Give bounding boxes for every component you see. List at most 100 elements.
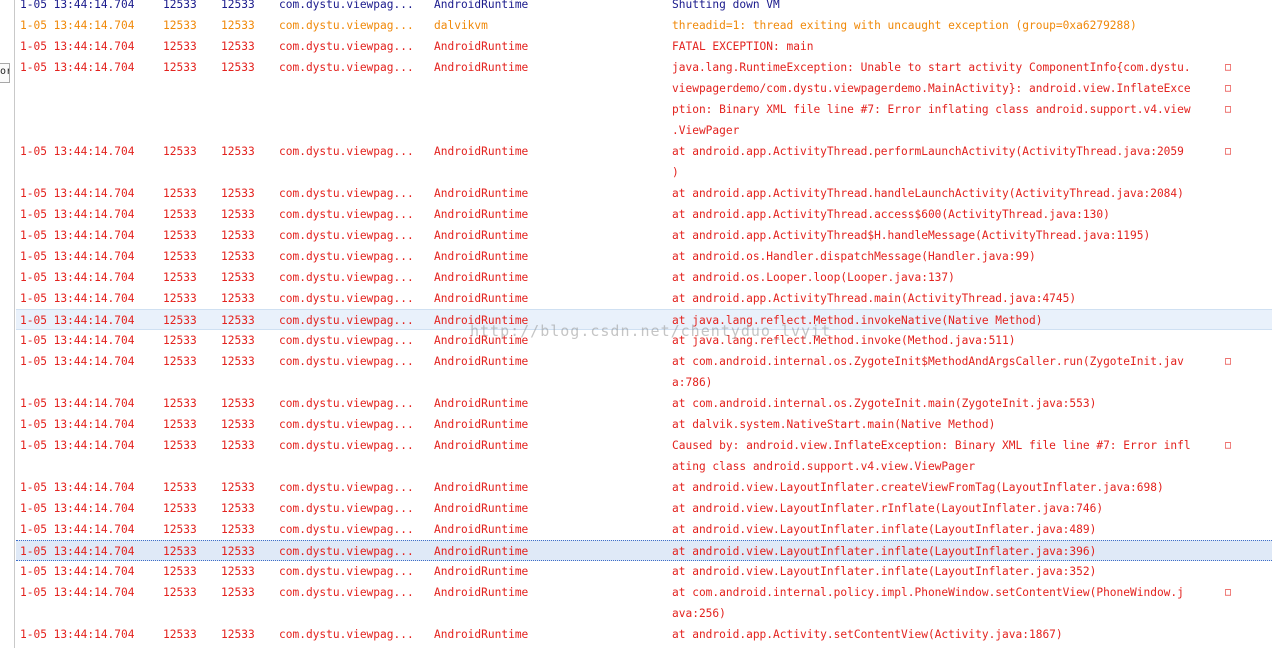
log-application: com.dystu.viewpag... (279, 208, 414, 221)
line-wrap-icon: □ (1225, 104, 1232, 115)
log-message-line: Shutting down VM (672, 0, 780, 11)
log-time: 1-05 13:44:14.704 (20, 61, 135, 74)
log-time: 1-05 13:44:14.704 (20, 523, 135, 536)
log-time: 1-05 13:44:14.704 (20, 145, 135, 158)
log-time: 1-05 13:44:14.704 (20, 40, 135, 53)
log-row[interactable]: 1-05 13:44:14.704 12533 12533 com.dystu.vie… (16, 246, 1272, 267)
log-pid: 12533 (163, 61, 197, 74)
log-application: com.dystu.viewpag... (279, 292, 414, 305)
log-row[interactable]: 1-05 13:44:14.704 12533 12533 com.dystu.vie… (16, 582, 1272, 624)
log-application: com.dystu.viewpag... (279, 397, 414, 410)
log-row[interactable]: 1-05 13:44:14.704 12533 12533 com.dystu.vie… (16, 141, 1272, 183)
log-row[interactable]: 1-05 13:44:14.704 12533 12533 com.dystu.vie… (16, 288, 1272, 309)
left-panel-strip[interactable]: or (0, 0, 15, 648)
log-tid: 12533 (221, 565, 255, 578)
log-time: 1-05 13:44:14.704 (20, 439, 135, 452)
log-tag: AndroidRuntime (434, 61, 529, 74)
log-message-line: at android.view.LayoutInflater.inflate(L… (672, 523, 1097, 536)
log-tid: 12533 (221, 334, 255, 347)
log-pid: 12533 (163, 418, 197, 431)
log-time: 1-05 13:44:14.704 (20, 545, 135, 558)
log-message: at android.view.LayoutInflater.rInflate(… (672, 498, 1224, 519)
log-time: 1-05 13:44:14.704 (20, 481, 135, 494)
log-message: at android.view.LayoutInflater.inflate(L… (672, 541, 1224, 562)
log-application: com.dystu.viewpag... (279, 61, 414, 74)
log-row[interactable]: 1-05 13:44:14.704 12533 12533 com.dystu.vie… (16, 309, 1272, 330)
log-tid: 12533 (221, 19, 255, 32)
log-message-line: at android.view.LayoutInflater.createVie… (672, 481, 1164, 494)
log-row[interactable]: 1-05 13:44:14.704 12533 12533 com.dystu.vie… (16, 435, 1272, 477)
log-row[interactable]: 1-05 13:44:14.704 12533 12533 com.dystu.vie… (16, 204, 1272, 225)
log-message-line: at java.lang.reflect.Method.invokeNative… (672, 314, 1043, 327)
log-pid: 12533 (163, 628, 197, 641)
log-tag: AndroidRuntime (434, 314, 529, 327)
log-application: com.dystu.viewpag... (279, 628, 414, 641)
log-row[interactable]: 1-05 13:44:14.704 12533 12533 com.dystu.vie… (16, 351, 1272, 393)
log-message: at android.app.Activity.setContentView(A… (672, 624, 1224, 645)
log-time: 1-05 13:44:14.704 (20, 355, 135, 368)
log-pid: 12533 (163, 187, 197, 200)
log-message-line: java.lang.RuntimeException: Unable to st… (672, 61, 1191, 74)
log-row[interactable]: 1-05 13:44:14.704 12533 12533 com.dystu.vie… (16, 267, 1272, 288)
log-time: 1-05 13:44:14.704 (20, 418, 135, 431)
log-row[interactable]: 1-05 13:44:14.704 12533 12533 com.dystu.vie… (16, 183, 1272, 204)
log-message: at android.view.LayoutInflater.inflate(L… (672, 519, 1224, 540)
log-tid: 12533 (221, 250, 255, 263)
log-time: 1-05 13:44:14.704 (20, 292, 135, 305)
log-message-line: at android.os.Looper.loop(Looper.java:13… (672, 271, 955, 284)
log-tag: AndroidRuntime (434, 355, 529, 368)
log-tag: AndroidRuntime (434, 250, 529, 263)
log-application: com.dystu.viewpag... (279, 334, 414, 347)
log-time: 1-05 13:44:14.704 (20, 334, 135, 347)
log-time: 1-05 13:44:14.704 (20, 271, 135, 284)
log-row[interactable]: 1-05 13:44:14.704 12533 12533 com.dystu.vie… (16, 498, 1272, 519)
log-row[interactable]: 1-05 13:44:14.704 12533 12533 com.dystu.vie… (16, 393, 1272, 414)
log-row[interactable]: 1-05 13:44:14.704 12533 12533 com.dystu.vie… (16, 330, 1272, 351)
log-message-line: ava:256) (672, 607, 726, 620)
log-row[interactable]: 1-05 13:44:14.704 12533 12533 com.dystu.vie… (16, 57, 1272, 141)
line-wrap-icon: □ (1225, 62, 1232, 73)
log-row[interactable]: 1-05 13:44:14.704 12533 12533 com.dystu.vie… (16, 519, 1272, 540)
log-application: com.dystu.viewpag... (279, 565, 414, 578)
log-tid: 12533 (221, 271, 255, 284)
log-pid: 12533 (163, 586, 197, 599)
log-tid: 12533 (221, 355, 255, 368)
log-application: com.dystu.viewpag... (279, 0, 414, 11)
log-tid: 12533 (221, 187, 255, 200)
log-tid: 12533 (221, 586, 255, 599)
log-row[interactable]: 1-05 13:44:14.704 12533 12533 com.dystu.vie… (16, 561, 1272, 582)
line-wrap-icon: □ (1225, 440, 1232, 451)
log-message-line: at com.android.internal.policy.impl.Phon… (672, 586, 1184, 599)
log-pid: 12533 (163, 397, 197, 410)
log-row[interactable]: 1-05 13:44:14.704 12533 12533 com.dystu.vie… (16, 225, 1272, 246)
log-row[interactable]: 1-05 13:44:14.704 12533 12533 com.dystu.vie… (16, 540, 1272, 561)
log-tag: AndroidRuntime (434, 439, 529, 452)
log-tag: AndroidRuntime (434, 628, 529, 641)
log-tid: 12533 (221, 439, 255, 452)
log-time: 1-05 13:44:14.704 (20, 19, 135, 32)
log-pid: 12533 (163, 523, 197, 536)
log-message: at dalvik.system.NativeStart.main(Native… (672, 414, 1224, 435)
log-tag: AndroidRuntime (434, 292, 529, 305)
log-row[interactable]: 1-05 13:44:14.704 12533 12533 com.dystu.vie… (16, 15, 1272, 36)
log-row[interactable]: 1-05 13:44:14.704 12533 12533 com.dystu.vie… (16, 477, 1272, 498)
line-wrap-icon: □ (1225, 83, 1232, 94)
log-message: at com.android.internal.policy.impl.Phon… (672, 582, 1224, 624)
log-row[interactable]: 1-05 13:44:14.704 12533 12533 com.dystu.vie… (16, 36, 1272, 57)
log-tid: 12533 (221, 397, 255, 410)
log-tag: dalvikvm (434, 19, 488, 32)
logcat-message-list[interactable]: 1-05 13:44:14.704 12533 12533 com.dystu.vie… (16, 0, 1272, 648)
log-time: 1-05 13:44:14.704 (20, 250, 135, 263)
log-tag: AndroidRuntime (434, 586, 529, 599)
log-message-line: at android.app.ActivityThread.handleLaun… (672, 187, 1184, 200)
log-pid: 12533 (163, 545, 197, 558)
log-message-line: ) (672, 166, 679, 179)
left-panel-tab[interactable]: or (0, 63, 10, 83)
log-row[interactable]: 1-05 13:44:14.704 12533 12533 com.dystu.vie… (16, 0, 1272, 15)
log-message-line: ating class android.support.v4.view.View… (672, 460, 976, 473)
log-row[interactable]: 1-05 13:44:14.704 12533 12533 com.dystu.vie… (16, 624, 1272, 645)
log-tag: AndroidRuntime (434, 145, 529, 158)
log-application: com.dystu.viewpag... (279, 586, 414, 599)
log-tid: 12533 (221, 145, 255, 158)
log-row[interactable]: 1-05 13:44:14.704 12533 12533 com.dystu.vie… (16, 414, 1272, 435)
